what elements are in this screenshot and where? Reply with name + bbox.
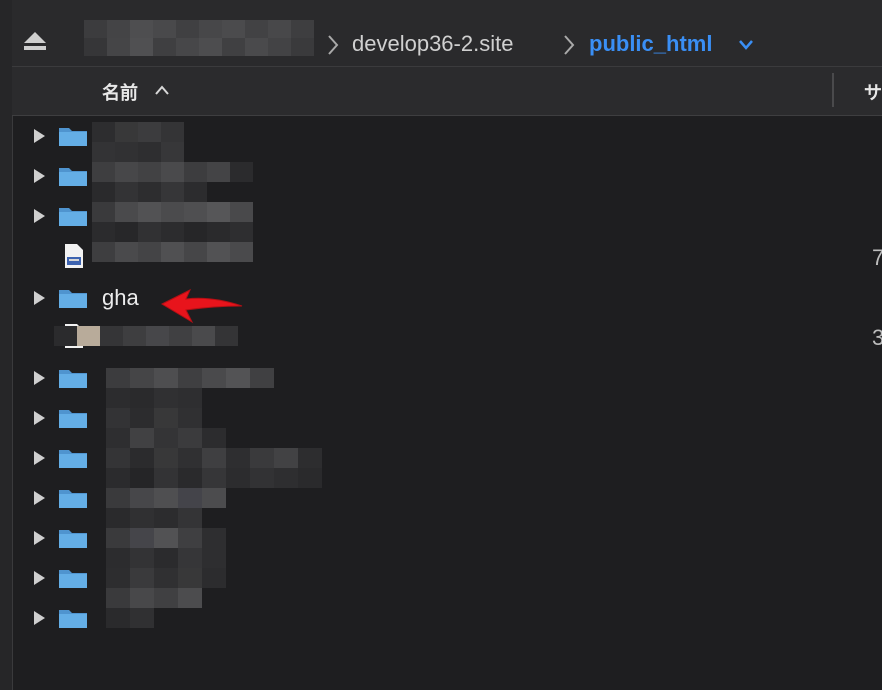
column-size-header[interactable]: サ [864,79,882,105]
redacted-names-top [92,122,253,262]
item-size: 7 [872,245,882,270]
disclosure-triangle-icon[interactable] [32,530,46,546]
redacted-names-bottom [106,368,322,628]
disclosure-triangle-icon[interactable] [32,290,46,306]
column-name-header[interactable]: 名前 [102,79,138,105]
disclosure-triangle-icon[interactable] [32,450,46,466]
document-icon [65,244,83,268]
disclosure-triangle-icon[interactable] [32,208,46,224]
chevron-right-icon [564,35,575,55]
item-name: gha [102,285,139,310]
disclosure-triangle-icon[interactable] [32,410,46,426]
folder-icon [59,530,87,548]
folder-icon [59,128,87,146]
chevron-right-icon [328,35,339,55]
folder-icon [59,168,87,186]
folder-icon [59,208,87,226]
chevron-down-icon[interactable] [738,39,754,51]
list-item[interactable]: gha [12,277,882,317]
folder-icon [59,610,87,628]
disclosure-triangle-icon[interactable] [32,490,46,506]
sort-ascending-icon[interactable] [154,84,170,96]
folder-icon [59,410,87,428]
redacted-name-file [54,326,238,346]
item-size: 3 [872,325,882,350]
column-header: 名前 サ [12,67,882,116]
folder-icon [59,290,87,308]
redacted-breadcrumb [84,20,314,56]
red-arrow-annotation [160,288,243,324]
breadcrumb-current[interactable]: public_html [589,32,712,56]
eject-icon[interactable] [22,30,48,52]
disclosure-triangle-icon[interactable] [32,168,46,184]
breadcrumb-site[interactable]: develop36-2.site [352,32,513,56]
disclosure-triangle-icon[interactable] [32,128,46,144]
folder-icon [59,370,87,388]
folder-icon [59,450,87,468]
disclosure-triangle-icon[interactable] [32,370,46,386]
column-divider[interactable] [832,73,834,107]
folder-icon [59,490,87,508]
disclosure-triangle-icon[interactable] [32,610,46,626]
folder-icon [59,570,87,588]
disclosure-triangle-icon[interactable] [32,570,46,586]
